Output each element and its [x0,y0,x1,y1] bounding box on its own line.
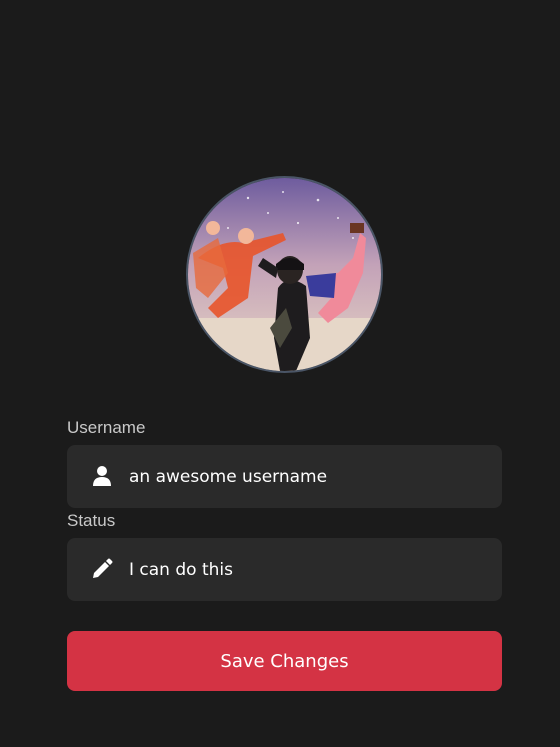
pencil-icon [91,558,113,580]
status-field[interactable] [67,538,502,601]
avatar[interactable] [186,176,383,373]
status-label: Status [67,511,116,530]
username-input[interactable] [129,445,479,508]
status-input[interactable] [129,538,479,601]
user-icon [91,465,113,487]
profile-edit-page: Username Status Save Changes [0,0,560,747]
username-label: Username [67,418,146,437]
username-field[interactable] [67,445,502,508]
avatar-image [188,178,381,371]
save-changes-button[interactable]: Save Changes [67,631,502,691]
